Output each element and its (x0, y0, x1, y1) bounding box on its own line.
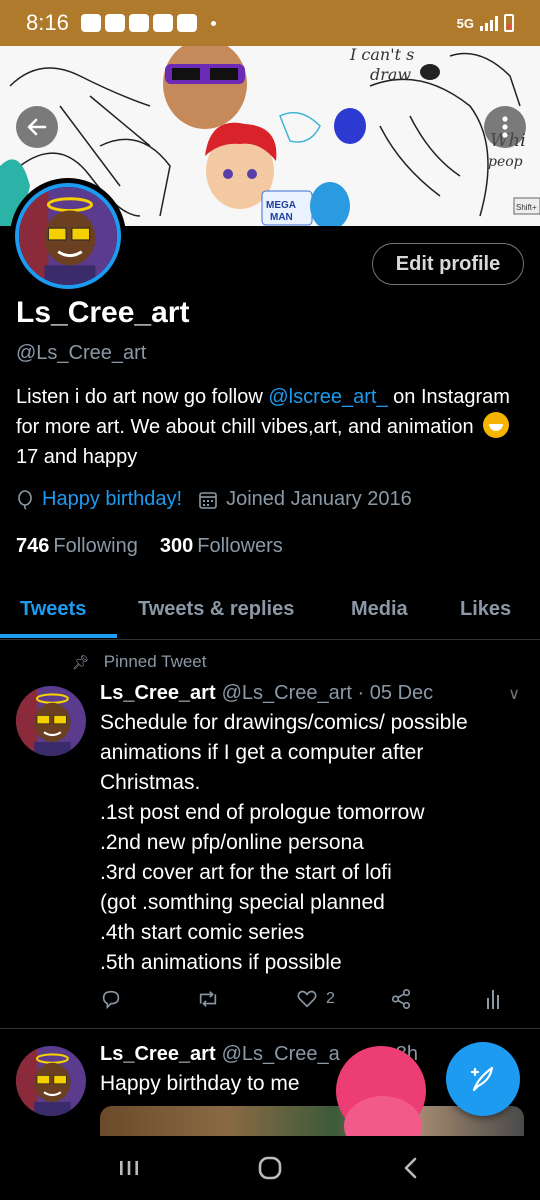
tab-media[interactable]: Media (351, 598, 408, 621)
reply-button[interactable] (100, 988, 122, 1010)
display-name: Ls_Cree_art (16, 296, 190, 329)
pinned-label: 📌︎ Pinned Tweet (72, 652, 207, 672)
followers-link[interactable]: 300 Followers (160, 535, 283, 557)
status-bar: 8:16 5G (0, 0, 540, 46)
svg-text:I can't s: I can't s (349, 46, 414, 64)
youtube-notification-icon (152, 14, 173, 32)
android-nav-bar (0, 1136, 540, 1200)
compose-icon (470, 1066, 494, 1092)
tab-tweets[interactable]: Tweets (20, 598, 86, 621)
back-button[interactable] (16, 106, 58, 148)
share-button[interactable] (390, 988, 412, 1010)
tab-likes[interactable]: Likes (460, 598, 511, 621)
recent-apps-icon[interactable] (117, 1156, 141, 1180)
tweet-meta: @Ls_Cree_art · 05 Dec (221, 682, 434, 704)
tweet-header: Ls_Cree_art @Ls_Cree_art · 05 Dec (100, 682, 433, 705)
pinned-text: Pinned Tweet (103, 652, 207, 671)
pin-icon: 📌︎ (72, 653, 90, 670)
avatar-image (19, 187, 117, 285)
active-tab-indicator (0, 634, 117, 638)
tweet-actions: 2 (100, 988, 510, 1014)
followers-label: Followers (197, 535, 283, 557)
user-handle: @Ls_Cree_art (16, 342, 147, 364)
tweet-meta: @Ls_Cree_a (221, 1043, 340, 1065)
svg-text:Shift+: Shift+ (516, 203, 537, 212)
like-button[interactable]: 2 (296, 988, 335, 1010)
avatar-image (16, 1046, 86, 1116)
notification-icon (80, 14, 101, 32)
tweet-text: Schedule for drawings/comics/ possible a… (100, 711, 468, 974)
svg-text:peop: peop (488, 154, 523, 170)
profile-tabs: Tweets Tweets & replies Media Likes (0, 582, 540, 640)
heart-icon (297, 990, 317, 1008)
more-notifications-icon (210, 20, 216, 26)
following-label: Following (53, 535, 138, 557)
battery-icon (504, 14, 514, 32)
bio-text: 17 and happy (16, 446, 138, 468)
youtube-notification-icon (176, 14, 197, 32)
tweet-divider (0, 1028, 540, 1029)
following-link[interactable]: 746 Following (16, 535, 138, 557)
joined-date: Joined January 2016 (226, 488, 412, 510)
tweet-author-name[interactable]: Ls_Cree_art (100, 682, 216, 704)
nav-back-icon[interactable] (399, 1156, 423, 1180)
analytics-icon (487, 990, 499, 1009)
network-type: 5G (456, 15, 474, 31)
home-icon[interactable] (256, 1154, 284, 1182)
reply-icon (102, 990, 120, 1010)
bio-mention-link[interactable]: @lscree_art_ (268, 386, 387, 408)
tweet-author-name[interactable]: Ls_Cree_art (100, 1043, 216, 1065)
calendar-icon (199, 491, 217, 509)
following-count: 746 (16, 535, 50, 557)
signal-icon (480, 15, 498, 31)
balloon-icon (18, 489, 32, 510)
bio-text: Listen i do art now go follow (16, 386, 269, 408)
tweet-avatar[interactable] (16, 686, 86, 756)
more-vertical-icon (502, 116, 508, 138)
analytics-button[interactable] (486, 988, 500, 1010)
profile-avatar[interactable] (10, 178, 126, 294)
chevron-down-icon[interactable]: ∨ (508, 684, 520, 704)
svg-text:MEGA: MEGA (266, 200, 296, 211)
tab-tweets-replies[interactable]: Tweets & replies (138, 598, 294, 621)
grinning-emoji-icon (483, 412, 510, 438)
profile-bio: Listen i do art now go follow @lscree_ar… (16, 382, 526, 472)
retweet-icon (199, 991, 217, 1007)
edit-profile-button[interactable]: Edit profile (372, 243, 524, 285)
svg-text:MAN: MAN (270, 212, 293, 223)
avatar-image (16, 686, 86, 756)
status-time: 8:16 (26, 10, 69, 35)
more-options-button[interactable] (484, 106, 526, 148)
retweet-button[interactable] (196, 988, 220, 1010)
compose-tweet-button[interactable] (446, 1042, 520, 1116)
like-count: 2 (326, 990, 335, 1007)
arrow-left-icon (27, 118, 47, 136)
profile-meta: Happy birthday! Joined January 2016 (16, 488, 412, 511)
tweet-media-image[interactable] (100, 1106, 524, 1136)
follow-counts: 746 Following 300 Followers (16, 535, 283, 558)
share-icon (391, 989, 411, 1009)
followers-count: 300 (159, 535, 194, 557)
birthday-link[interactable]: Happy birthday! (42, 488, 182, 511)
tweet-avatar[interactable] (16, 1046, 86, 1116)
notification-icon (128, 14, 149, 32)
notification-icon (104, 14, 125, 32)
svg-text:draw: draw (370, 65, 411, 84)
